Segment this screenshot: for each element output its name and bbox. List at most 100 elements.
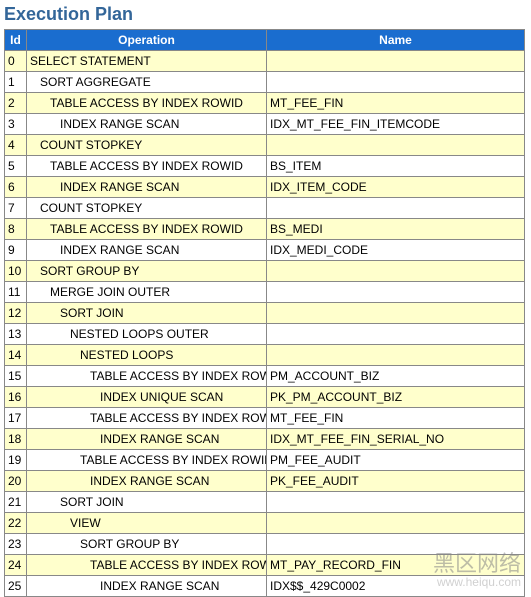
table-row: 18INDEX RANGE SCANIDX_MT_FEE_FIN_SERIAL_… [5,429,525,450]
table-row: 19TABLE ACCESS BY INDEX ROWIDPM_FEE_AUDI… [5,450,525,471]
cell-operation: TABLE ACCESS BY INDEX ROWID [27,93,267,114]
cell-name [267,345,525,366]
cell-id: 22 [5,513,27,534]
cell-id: 21 [5,492,27,513]
cell-id: 24 [5,555,27,576]
cell-name [267,135,525,156]
cell-name [267,72,525,93]
col-id: Id [5,30,27,51]
cell-operation: INDEX RANGE SCAN [27,177,267,198]
table-row: 24TABLE ACCESS BY INDEX ROWIDMT_PAY_RECO… [5,555,525,576]
table-row: 8TABLE ACCESS BY INDEX ROWIDBS_MEDI [5,219,525,240]
cell-name [267,303,525,324]
table-row: 11MERGE JOIN OUTER [5,282,525,303]
table-row: 9INDEX RANGE SCANIDX_MEDI_CODE [5,240,525,261]
cell-name [267,513,525,534]
cell-id: 23 [5,534,27,555]
cell-name [267,282,525,303]
cell-name: IDX_MT_FEE_FIN_SERIAL_NO [267,429,525,450]
table-row: 6INDEX RANGE SCANIDX_ITEM_CODE [5,177,525,198]
table-row: 12SORT JOIN [5,303,525,324]
cell-operation: TABLE ACCESS BY INDEX ROWID [27,366,267,387]
cell-name [267,534,525,555]
cell-name: MT_FEE_FIN [267,93,525,114]
cell-id: 14 [5,345,27,366]
cell-name: IDX$$_429C0002 [267,576,525,597]
cell-id: 0 [5,51,27,72]
table-row: 10SORT GROUP BY [5,261,525,282]
table-row: 4COUNT STOPKEY [5,135,525,156]
cell-id: 3 [5,114,27,135]
cell-operation: COUNT STOPKEY [27,198,267,219]
cell-id: 18 [5,429,27,450]
cell-operation: TABLE ACCESS BY INDEX ROWID [27,450,267,471]
col-operation: Operation [27,30,267,51]
cell-name [267,198,525,219]
cell-name: PK_PM_ACCOUNT_BIZ [267,387,525,408]
cell-operation: SORT JOIN [27,492,267,513]
cell-id: 12 [5,303,27,324]
cell-id: 20 [5,471,27,492]
cell-operation: TABLE ACCESS BY INDEX ROWID [27,156,267,177]
cell-operation: INDEX RANGE SCAN [27,240,267,261]
table-row: 0SELECT STATEMENT [5,51,525,72]
col-name: Name [267,30,525,51]
page-title: Execution Plan [4,4,531,25]
cell-id: 16 [5,387,27,408]
cell-id: 13 [5,324,27,345]
cell-operation: INDEX RANGE SCAN [27,471,267,492]
cell-id: 5 [5,156,27,177]
cell-operation: TABLE ACCESS BY INDEX ROWID [27,219,267,240]
table-row: 17TABLE ACCESS BY INDEX ROWIDMT_FEE_FIN [5,408,525,429]
table-row: 15TABLE ACCESS BY INDEX ROWIDPM_ACCOUNT_… [5,366,525,387]
cell-name: PM_FEE_AUDIT [267,450,525,471]
cell-id: 11 [5,282,27,303]
cell-name: IDX_ITEM_CODE [267,177,525,198]
cell-id: 10 [5,261,27,282]
cell-id: 6 [5,177,27,198]
cell-operation: INDEX RANGE SCAN [27,576,267,597]
cell-name [267,324,525,345]
cell-id: 17 [5,408,27,429]
cell-id: 7 [5,198,27,219]
cell-operation: SORT JOIN [27,303,267,324]
cell-id: 25 [5,576,27,597]
table-row: 25INDEX RANGE SCANIDX$$_429C0002 [5,576,525,597]
cell-operation: SELECT STATEMENT [27,51,267,72]
cell-operation: COUNT STOPKEY [27,135,267,156]
cell-name [267,51,525,72]
cell-operation: MERGE JOIN OUTER [27,282,267,303]
cell-name: PK_FEE_AUDIT [267,471,525,492]
cell-id: 9 [5,240,27,261]
cell-operation: INDEX RANGE SCAN [27,114,267,135]
cell-operation: INDEX UNIQUE SCAN [27,387,267,408]
table-row: 14NESTED LOOPS [5,345,525,366]
cell-id: 15 [5,366,27,387]
cell-operation: VIEW [27,513,267,534]
cell-name [267,492,525,513]
cell-id: 19 [5,450,27,471]
cell-name [267,261,525,282]
cell-id: 8 [5,219,27,240]
table-row: 3INDEX RANGE SCANIDX_MT_FEE_FIN_ITEMCODE [5,114,525,135]
cell-name: PM_ACCOUNT_BIZ [267,366,525,387]
table-row: 16INDEX UNIQUE SCANPK_PM_ACCOUNT_BIZ [5,387,525,408]
cell-name: IDX_MEDI_CODE [267,240,525,261]
cell-id: 1 [5,72,27,93]
table-row: 2TABLE ACCESS BY INDEX ROWIDMT_FEE_FIN [5,93,525,114]
cell-name: IDX_MT_FEE_FIN_ITEMCODE [267,114,525,135]
table-row: 21SORT JOIN [5,492,525,513]
cell-operation: NESTED LOOPS [27,345,267,366]
cell-name: MT_PAY_RECORD_FIN [267,555,525,576]
table-row: 22VIEW [5,513,525,534]
cell-id: 4 [5,135,27,156]
cell-name: MT_FEE_FIN [267,408,525,429]
cell-operation: SORT GROUP BY [27,261,267,282]
table-row: 13NESTED LOOPS OUTER [5,324,525,345]
cell-operation: INDEX RANGE SCAN [27,429,267,450]
cell-operation: NESTED LOOPS OUTER [27,324,267,345]
cell-operation: SORT AGGREGATE [27,72,267,93]
cell-id: 2 [5,93,27,114]
execution-plan-table: Id Operation Name 0SELECT STATEMENT1SORT… [4,29,525,597]
cell-name: BS_MEDI [267,219,525,240]
